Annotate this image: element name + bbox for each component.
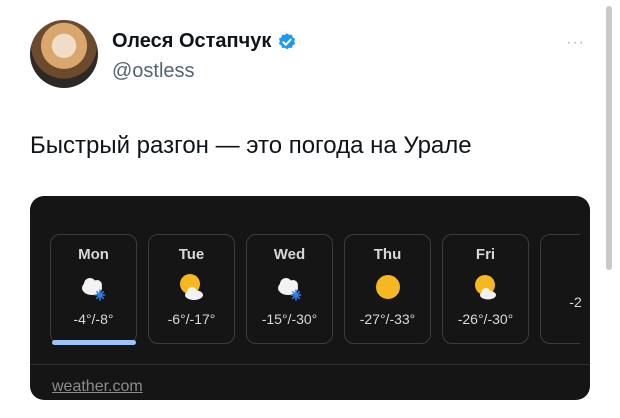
day-temperature: -26°/-30° (457, 311, 514, 327)
sun-cloud-icon (474, 275, 496, 300)
sun-icon (375, 275, 400, 299)
weather-card[interactable]: Mon -4°/-8° Tue -6°/-17° Wed -15°/-30° T… (30, 196, 590, 400)
forecast-day-wed[interactable]: Wed -15°/-30° (246, 234, 333, 344)
day-temperature: -15°/-30° (261, 311, 318, 327)
snow-cloud-icon (81, 278, 105, 301)
day-temperature: -6°/-17° (167, 311, 216, 327)
user-handle[interactable]: @ostless (112, 60, 195, 83)
forecast-day-fri[interactable]: Fri -26°/-30° (442, 234, 529, 344)
avatar[interactable] (30, 20, 98, 88)
forecast-day-partial[interactable]: -2 (540, 234, 582, 344)
day-name: Thu (373, 246, 402, 263)
forecast-days: Mon -4°/-8° Tue -6°/-17° Wed -15°/-30° T… (50, 234, 582, 344)
user-name-row: Олеся Остапчук (112, 30, 297, 53)
selected-day-indicator (52, 340, 136, 345)
forecast-day-tue[interactable]: Tue -6°/-17° (148, 234, 235, 344)
more-options-icon[interactable]: ··· (566, 34, 585, 52)
divider (30, 364, 590, 365)
day-icon-placeholder (545, 254, 577, 286)
day-name: Wed (273, 246, 306, 263)
forecast-day-mon[interactable]: Mon -4°/-8° (50, 234, 137, 344)
day-name: Tue (178, 246, 205, 263)
day-temperature: -27°/-33° (359, 311, 416, 327)
snow-cloud-icon (277, 278, 301, 301)
verified-badge-icon (279, 32, 296, 49)
day-temperature: -4°/-8° (73, 311, 114, 327)
forecast-day-thu[interactable]: Thu -27°/-33° (344, 234, 431, 344)
day-name: Mon (78, 246, 109, 263)
source-link[interactable]: weather.com (52, 378, 143, 396)
user-name[interactable]: Олеся Остапчук (112, 30, 271, 53)
tweet-text: Быстрый разгон — это погода на Урале (30, 132, 472, 159)
day-name: Fri (475, 246, 496, 263)
sun-cloud-icon (179, 274, 203, 300)
scrollbar[interactable] (606, 6, 612, 270)
day-temperature: -2 (569, 294, 582, 310)
